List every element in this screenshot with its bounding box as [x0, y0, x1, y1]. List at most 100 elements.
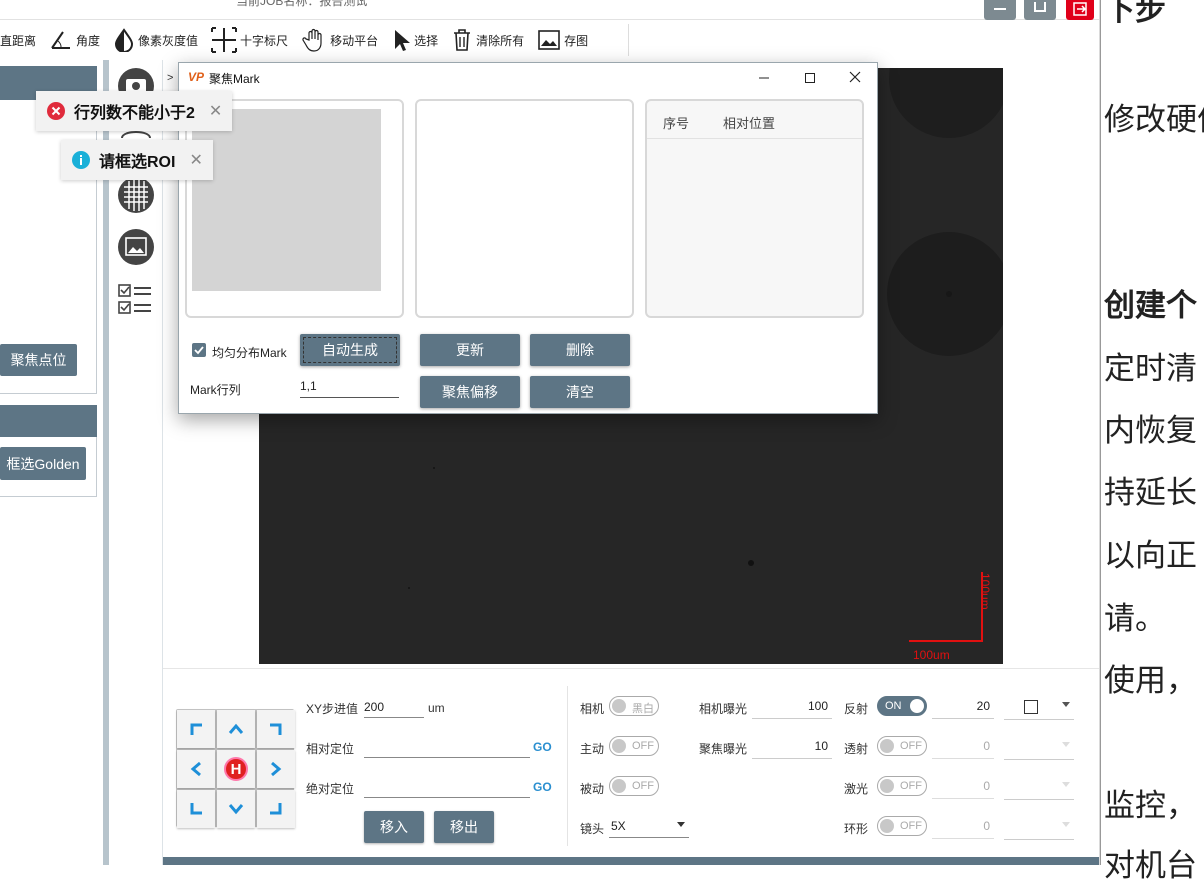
transmit-toggle[interactable]: OFF	[877, 736, 927, 756]
rows-cols-label: Mark行列	[190, 383, 241, 397]
clear-button[interactable]: 清空	[530, 376, 630, 408]
close-icon[interactable]: ✕	[189, 150, 202, 170]
move-out-button[interactable]: 移出	[434, 811, 494, 843]
tool-crosshair[interactable]: 十字标尺	[211, 27, 288, 53]
tool-save-image-label: 存图	[564, 33, 589, 48]
image-icon[interactable]	[116, 227, 156, 267]
maximize-button[interactable]	[1024, 0, 1056, 20]
doc-line: 以向正	[1104, 538, 1197, 574]
focus-offset-button[interactable]: 聚焦偏移	[420, 376, 520, 408]
info-toast: 请框选ROI ✕	[61, 140, 213, 180]
absolute-pos-input[interactable]	[364, 780, 530, 798]
corner-down-left-icon	[190, 803, 202, 815]
tool-distance[interactable]: 直距离	[0, 32, 36, 49]
transmit-select[interactable]	[1004, 738, 1074, 760]
auto-generate-button[interactable]: 自动生成	[300, 334, 400, 366]
jog-right-button[interactable]	[257, 750, 295, 788]
grid-icon[interactable]	[116, 175, 156, 215]
doc-line: 定时清	[1104, 351, 1197, 387]
dialog-title: 聚焦Mark	[209, 72, 260, 86]
chevron-down-icon	[677, 822, 685, 827]
mark-thumbnail	[192, 109, 381, 291]
reflect-color-select[interactable]	[1004, 698, 1074, 720]
checklist-icon[interactable]	[116, 282, 156, 318]
chevron-down-icon	[1062, 742, 1070, 747]
minimize-icon[interactable]	[757, 71, 771, 85]
tool-angle[interactable]: 角度	[49, 29, 100, 51]
jog-up-right-button[interactable]	[257, 710, 295, 748]
tool-save-image[interactable]: 存图	[537, 29, 588, 51]
jog-up-left-button[interactable]	[177, 710, 215, 748]
info-toast-text: 请框选ROI	[99, 154, 176, 171]
transmit-label: 透射	[844, 742, 869, 756]
uniform-checkbox[interactable]	[192, 343, 206, 357]
passive-toggle[interactable]: OFF	[609, 776, 659, 796]
doc-line: 创建个	[1104, 288, 1197, 324]
jog-left-button[interactable]	[177, 750, 215, 788]
relative-go-button[interactable]: GO	[533, 740, 552, 754]
xy-step-unit: um	[428, 701, 445, 715]
camera-exposure-input[interactable]: 100	[752, 699, 832, 719]
rows-cols-value: 1,1	[300, 379, 317, 393]
tool-select-label: 选择	[414, 33, 439, 48]
delete-button[interactable]: 删除	[530, 334, 630, 366]
laser-label: 激光	[844, 782, 869, 796]
color-swatch	[1024, 700, 1038, 714]
angle-icon	[51, 31, 71, 49]
absolute-go-button[interactable]: GO	[533, 780, 552, 794]
relative-pos-input[interactable]	[364, 740, 530, 758]
focus-exposure-input[interactable]: 10	[752, 739, 832, 759]
exit-icon	[1073, 2, 1087, 16]
tool-select[interactable]: 选择	[391, 28, 438, 52]
jog-down-left-button[interactable]	[177, 790, 215, 828]
app-logo-icon: VP	[188, 70, 205, 84]
xy-step-input[interactable]: 200	[364, 700, 424, 718]
move-in-button[interactable]: 移入	[364, 811, 424, 843]
select-golden-button[interactable]: 框选Golden	[0, 447, 86, 480]
lens-select[interactable]: 5X	[609, 818, 689, 838]
jog-down-button[interactable]	[217, 790, 255, 828]
tool-grayscale[interactable]: 像素灰度值	[113, 28, 198, 52]
jog-up-button[interactable]	[217, 710, 255, 748]
laser-select[interactable]	[1004, 778, 1074, 800]
maximize-icon[interactable]	[803, 71, 817, 85]
tool-move-platform[interactable]: 移动平台	[301, 28, 378, 52]
exit-button[interactable]	[1066, 0, 1094, 20]
ring-input[interactable]: 0	[932, 819, 994, 839]
focus-points-button[interactable]: 聚焦点位	[0, 344, 77, 376]
active-toggle-text: OFF	[632, 740, 654, 752]
error-toast-text: 行列数不能小于2	[74, 105, 195, 122]
ring-toggle[interactable]: OFF	[877, 816, 927, 836]
update-button[interactable]: 更新	[420, 334, 520, 366]
doc-line: 内恢复	[1104, 413, 1197, 449]
laser-toggle[interactable]: OFF	[877, 776, 927, 796]
reflect-input[interactable]: 20	[932, 699, 994, 719]
close-icon[interactable]: ✕	[209, 101, 222, 121]
tool-clear-all-label: 清除所有	[476, 33, 525, 48]
camera-mode-toggle[interactable]: 黑白	[609, 696, 659, 716]
status-strip	[163, 857, 1100, 865]
tool-grayscale-label: 像素灰度值	[138, 33, 199, 48]
minimize-button[interactable]	[984, 0, 1016, 20]
mark-image-panel	[415, 99, 634, 318]
uniform-checkbox-label: 均匀分布Mark	[212, 346, 287, 360]
active-toggle[interactable]: OFF	[609, 736, 659, 756]
reflect-toggle[interactable]: ON	[877, 696, 927, 716]
expand-icon[interactable]: >	[167, 72, 173, 84]
section-divider	[567, 686, 568, 846]
rows-cols-input[interactable]: 1,1	[300, 379, 399, 398]
doc-line: 请。	[1104, 601, 1166, 637]
home-button[interactable]: H	[217, 750, 255, 788]
jog-down-right-button[interactable]	[257, 790, 295, 828]
ring-select[interactable]	[1004, 818, 1074, 840]
icon-strip	[109, 60, 163, 865]
tool-clear-all[interactable]: 清除所有	[451, 28, 524, 52]
tool-distance-label: 直距离	[0, 33, 37, 48]
jog-pad: H	[176, 709, 295, 828]
transmit-input[interactable]: 0	[932, 739, 994, 759]
transmit-value: 0	[983, 739, 990, 753]
reflect-value: 20	[976, 699, 990, 713]
laser-input[interactable]: 0	[932, 779, 994, 799]
close-icon[interactable]	[848, 70, 862, 84]
home-icon: H	[224, 757, 248, 781]
